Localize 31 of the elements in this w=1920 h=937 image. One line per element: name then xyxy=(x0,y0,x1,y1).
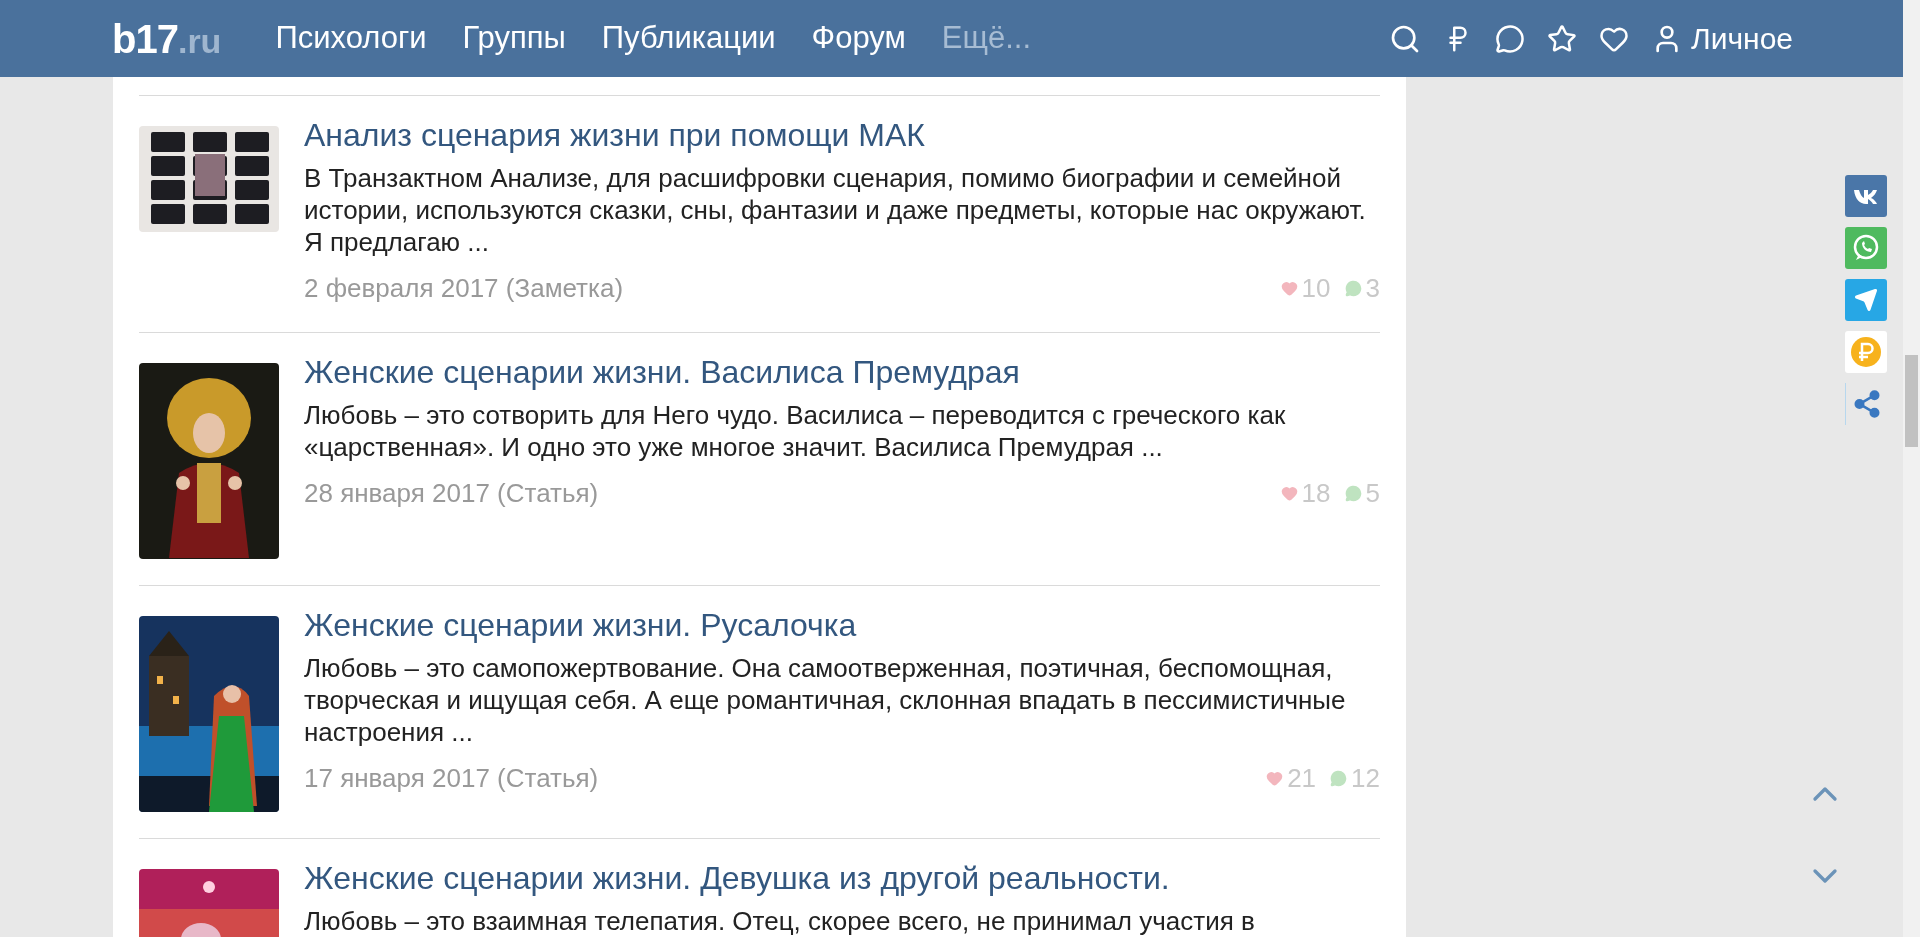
heart-icon xyxy=(1266,769,1284,787)
chat-icon[interactable] xyxy=(1495,23,1525,54)
telegram-share-icon[interactable] xyxy=(1845,279,1887,321)
post-title[interactable]: Анализ сценария жизни при помощи МАК xyxy=(304,116,1380,154)
comment-icon xyxy=(1344,279,1362,297)
comment-icon xyxy=(1344,484,1362,502)
site-logo[interactable]: b17.ru xyxy=(112,8,222,69)
scrollbar[interactable] xyxy=(1903,0,1920,937)
post-excerpt: Любовь – это сотворить для Него чудо. Василиса – переводится с греческого как «царственная». И одно это уже многое значит. Василиса Премудрая ... xyxy=(304,399,1287,463)
nav-link[interactable]: Группы xyxy=(462,15,566,62)
heart-icon xyxy=(1280,279,1298,297)
comment-icon xyxy=(1330,769,1348,787)
post-date: 2 февраля 2017 (Заметка) xyxy=(304,271,624,305)
heart-icon xyxy=(1280,484,1298,502)
post-excerpt: Любовь – это самопожертвование. Она самоотверженная, поэтичная, беспомощная, творческая и ищущая себя. А еще романтичная, склонная впадать в пессимистичные настроения ... xyxy=(304,652,1347,748)
nav-link[interactable]: Публикации xyxy=(601,15,776,62)
nav-link[interactable]: Форум xyxy=(811,15,906,62)
post-excerpt: В Транзактном Анализе, для расшифровки сценария, помимо биографии и семейной истории, используются сказки, сны, фантазии и даже предметы, которые нас окружают. Я предлагаю ... xyxy=(304,162,1367,258)
whatsapp-share-icon[interactable] xyxy=(1845,227,1887,269)
post-title[interactable]: Женские сценарии жизни. Девушка из другой реальности. xyxy=(304,859,1380,897)
post-title[interactable]: Женские сценарии жизни. Русалочка xyxy=(304,606,1380,644)
post-excerpt: Любовь – это взаимная телепатия. Отец, скорее всего, не принимал участия в xyxy=(304,905,1256,937)
account-link[interactable]: Личное xyxy=(1691,16,1793,61)
post-date: 28 января 2017 (Статья) xyxy=(304,476,599,510)
post-date: 17 января 2017 (Статья) xyxy=(304,761,599,795)
vk-share-icon[interactable] xyxy=(1845,175,1887,217)
star-icon[interactable] xyxy=(1547,23,1577,54)
scrollbar-thumb[interactable] xyxy=(1905,355,1918,447)
post-title[interactable]: Женские сценарии жизни. Василиса Премудрая xyxy=(304,353,1380,391)
nav-link[interactable]: Ещё... xyxy=(941,15,1032,62)
nav-link[interactable]: Психологи xyxy=(275,15,427,62)
